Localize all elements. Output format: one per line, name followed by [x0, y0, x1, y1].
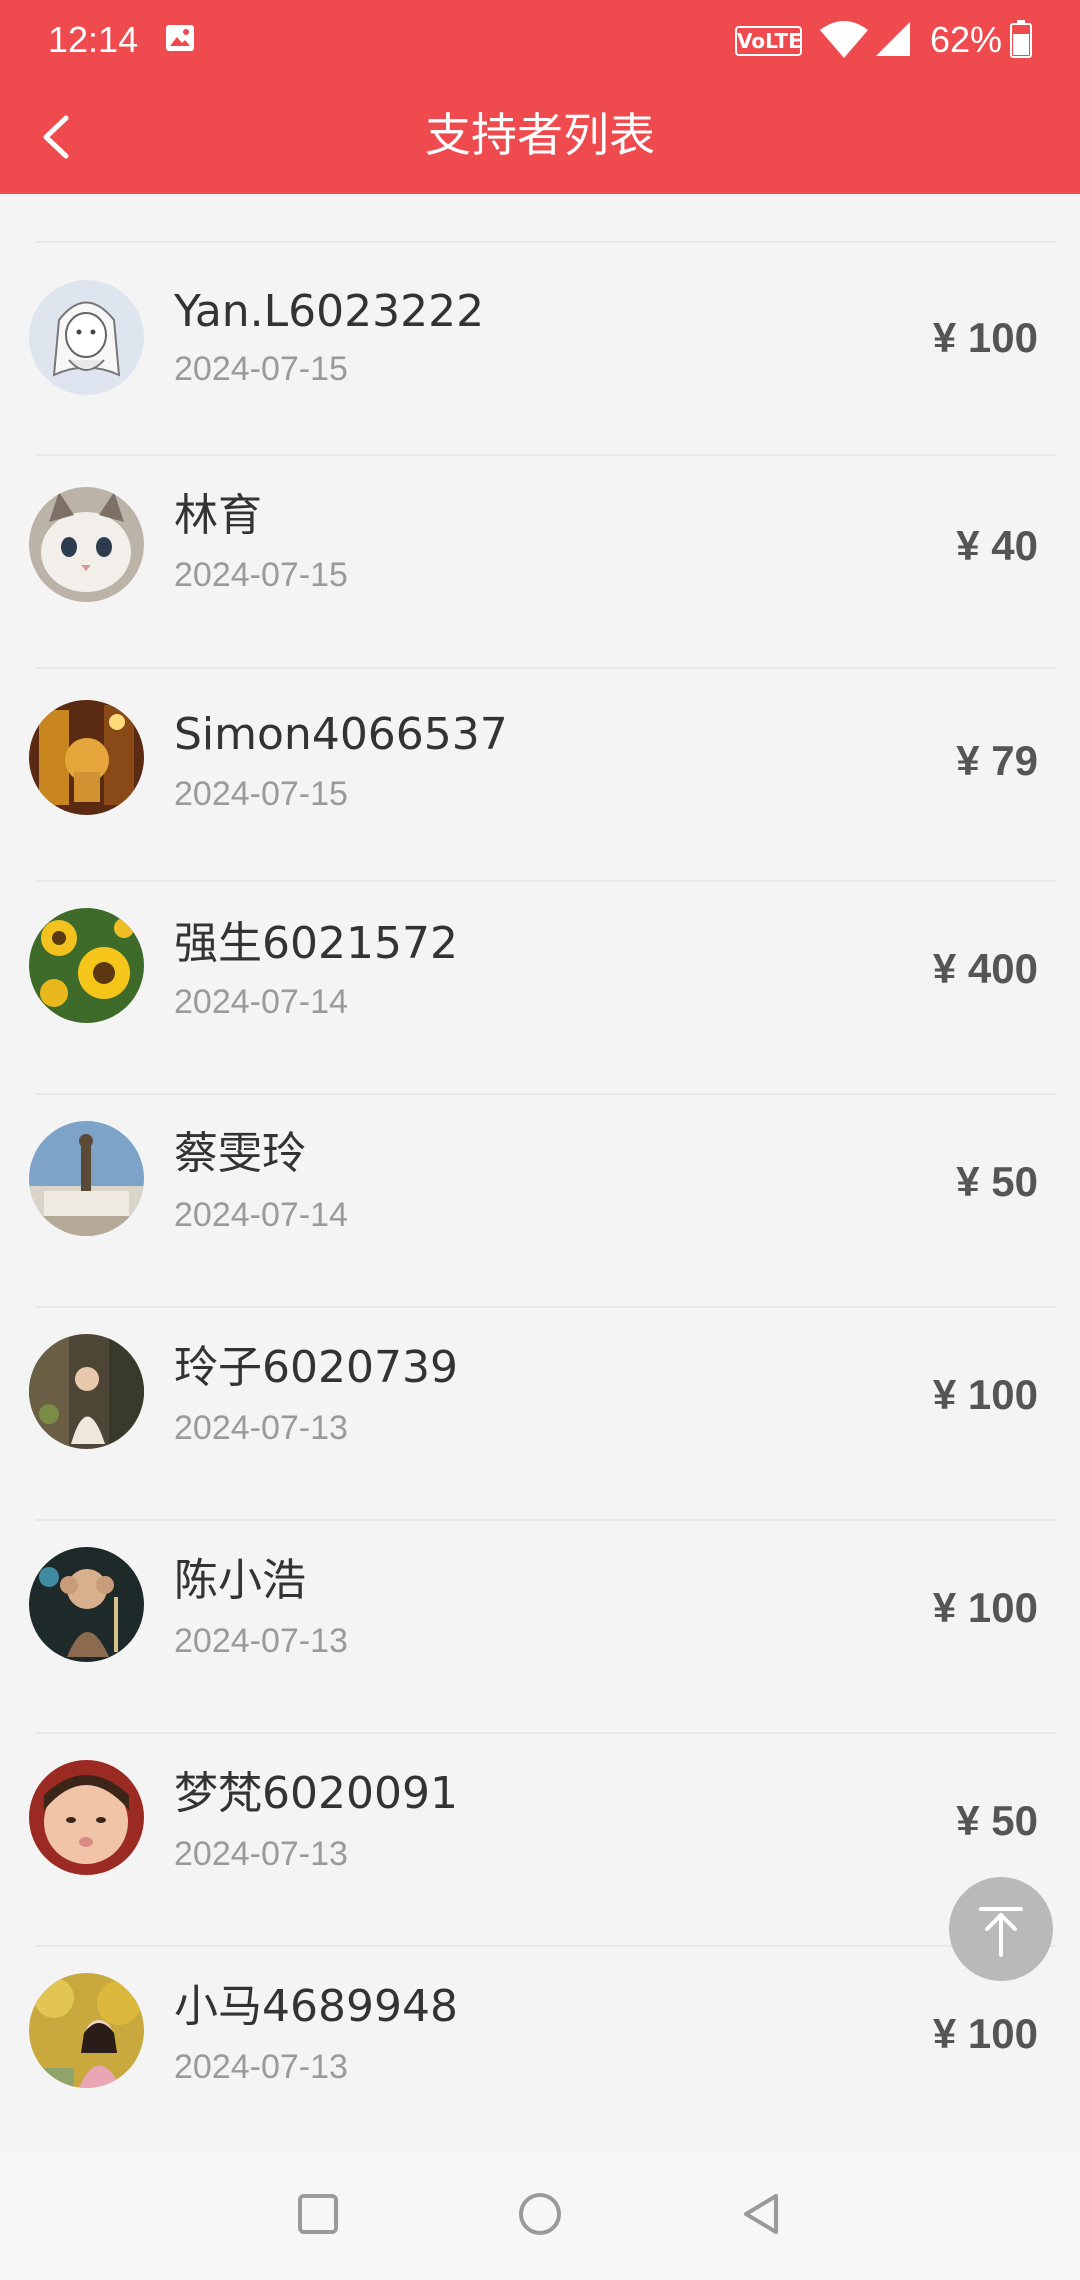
system-nav-bar	[0, 2152, 1080, 2280]
supporter-name: 玲子6020739	[174, 1342, 458, 1393]
support-amount: ¥ 100	[932, 1584, 1038, 1631]
status-time: 12:14	[48, 19, 139, 60]
support-date: 2024-07-15	[174, 556, 348, 594]
supporter-name: 小马4689948	[174, 1981, 458, 2032]
support-date: 2024-07-13	[174, 1835, 348, 1873]
support-amount: ¥ 100	[932, 314, 1038, 361]
signal-icon	[876, 22, 910, 56]
home-icon[interactable]	[508, 2182, 572, 2246]
support-date: 2024-07-13	[174, 2048, 348, 2086]
list-item[interactable]: 蔡雯玲 2024-07-14 ¥ 50	[0, 1095, 1080, 1308]
avatar	[29, 908, 144, 1023]
gallery-icon	[166, 25, 194, 51]
supporter-name: 梦梵6020091	[174, 1768, 458, 1819]
volte-badge: VoLTE	[735, 26, 802, 56]
app-header: 12:14 VoLTE 62% 支持者列表	[0, 0, 1080, 194]
list-item[interactable]: Yan.L6023222 2024-07-15 ¥ 100	[0, 243, 1080, 456]
support-amount: ¥ 100	[932, 2010, 1038, 2057]
battery-icon	[1010, 20, 1032, 58]
list-item[interactable]: 陈小浩 2024-07-13 ¥ 100	[0, 1521, 1080, 1734]
list-item[interactable]: Simon4066537 2024-07-15 ¥ 79	[0, 669, 1080, 882]
avatar	[29, 487, 144, 602]
avatar	[29, 1121, 144, 1236]
arrow-to-top-icon	[979, 1907, 1023, 1957]
avatar	[29, 1547, 144, 1662]
list-item[interactable]: 梦梵6020091 2024-07-13 ¥ 50	[0, 1734, 1080, 1947]
list-item[interactable]: 小马4689948 2024-07-13 ¥ 100	[0, 1947, 1080, 2160]
support-amount: ¥ 79	[956, 737, 1038, 784]
avatar	[29, 1973, 144, 2088]
support-date: 2024-07-15	[174, 775, 348, 813]
list-item[interactable]: 强生6021572 2024-07-14 ¥ 400	[0, 882, 1080, 1095]
support-date: 2024-07-13	[174, 1409, 348, 1447]
supporter-name: 蔡雯玲	[174, 1128, 306, 1179]
list-item[interactable]: 林育 2024-07-15 ¥ 40	[0, 456, 1080, 669]
recents-icon[interactable]	[286, 2182, 350, 2246]
supporter-name: Simon4066537	[174, 709, 508, 760]
supporter-name: 强生6021572	[174, 918, 458, 969]
battery-percent: 62%	[930, 19, 1003, 60]
support-amount: ¥ 100	[932, 1371, 1038, 1418]
avatar	[29, 700, 144, 815]
support-amount: ¥ 50	[956, 1158, 1038, 1205]
supporter-name: 陈小浩	[174, 1555, 306, 1606]
support-amount: ¥ 400	[932, 945, 1038, 992]
back-triangle-icon[interactable]	[730, 2182, 794, 2246]
support-amount: ¥ 50	[956, 1797, 1038, 1844]
support-date: 2024-07-14	[174, 1196, 348, 1234]
supporter-name: Yan.L6023222	[174, 286, 485, 337]
support-amount: ¥ 40	[956, 522, 1038, 569]
support-date: 2024-07-15	[174, 350, 348, 388]
support-date: 2024-07-14	[174, 983, 348, 1021]
list-item[interactable]: 玲子6020739 2024-07-13 ¥ 100	[0, 1308, 1080, 1521]
status-bar: 12:14 VoLTE 62%	[0, 0, 1080, 80]
supporter-name: 林育	[174, 490, 262, 541]
avatar	[29, 1760, 144, 1875]
avatar	[29, 280, 144, 395]
page-title: 支持者列表	[425, 108, 655, 162]
support-date: 2024-07-13	[174, 1622, 348, 1660]
avatar	[29, 1334, 144, 1449]
wifi-icon	[820, 21, 868, 58]
scroll-top-button[interactable]	[949, 1877, 1053, 1981]
